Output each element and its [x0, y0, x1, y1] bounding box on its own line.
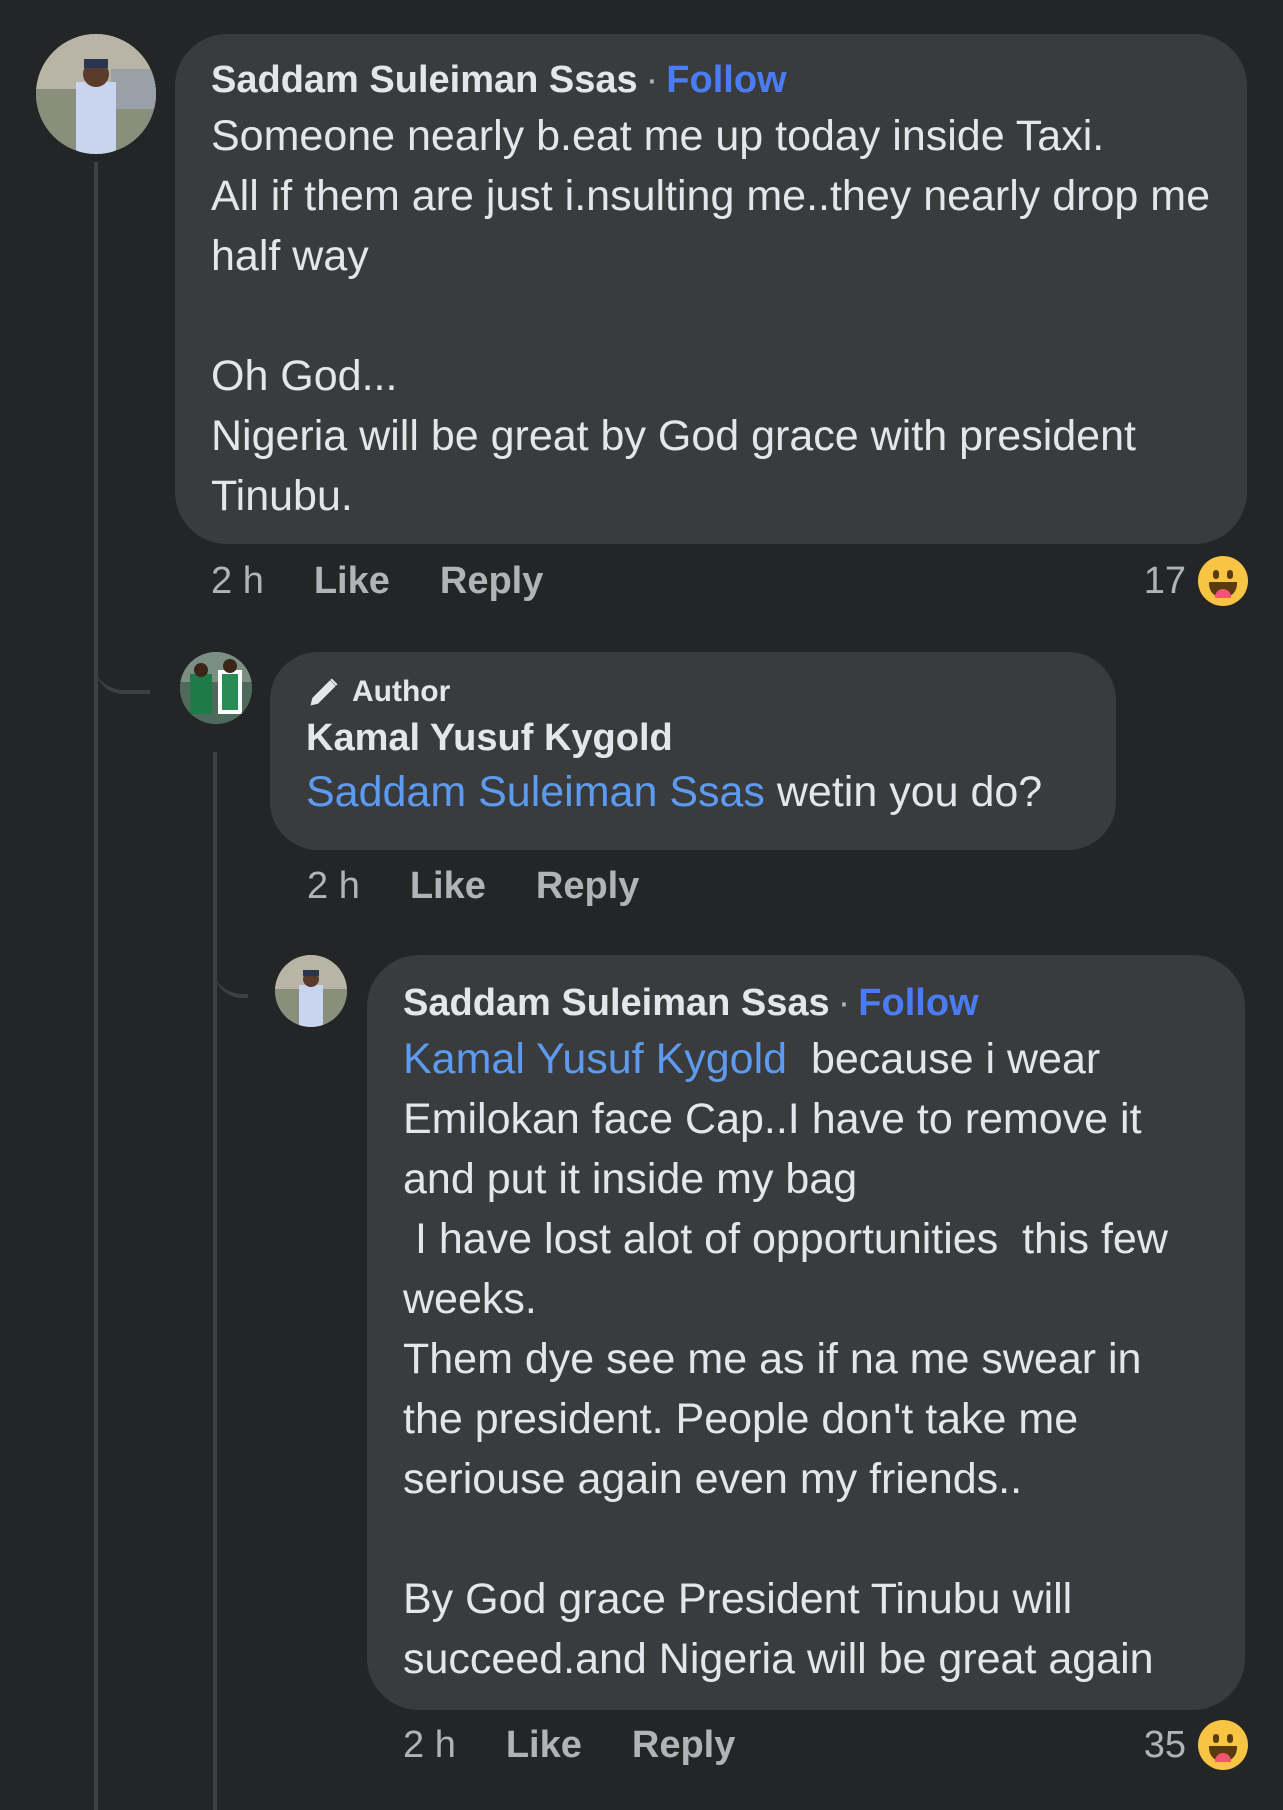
comment-body: because i wear Emilokan face Cap..I have… [403, 1034, 1168, 1683]
reply-button[interactable]: Reply [632, 1724, 735, 1767]
comment-bubble: Saddam Suleiman Ssas · Follow Kamal Yusuf … [367, 955, 1245, 1710]
follow-button[interactable]: Follow [666, 59, 786, 101]
comment-header: Saddam Suleiman Ssas · Follow [403, 981, 1209, 1027]
avatar-photo [36, 34, 156, 154]
reply-button[interactable]: Reply [440, 560, 543, 603]
thread-connector [94, 600, 150, 694]
avatar-photo [275, 955, 347, 1027]
comment-body: wetin you do? [764, 767, 1043, 816]
reaction-summary[interactable]: 17 [1144, 556, 1248, 606]
thread-connector-nested [213, 900, 248, 998]
timestamp[interactable]: 2 h [307, 865, 360, 908]
reaction-count: 17 [1143, 559, 1186, 602]
laughing-emoji-icon [1198, 1720, 1248, 1770]
separator: · [837, 982, 851, 1024]
comment-header: Saddam Suleiman Ssas · Follow [211, 58, 1211, 104]
like-button[interactable]: Like [506, 1724, 582, 1767]
comment-bubble: Saddam Suleiman Ssas · Follow Someone near… [175, 34, 1247, 544]
avatar[interactable] [180, 652, 252, 724]
reaction-summary[interactable]: 35 [1144, 1720, 1248, 1770]
laughing-emoji-icon [1198, 556, 1248, 606]
mention-link[interactable]: Saddam Suleiman Ssas [306, 768, 765, 816]
author-name[interactable]: Saddam Suleiman Ssas [211, 59, 638, 101]
author-badge: Author [306, 674, 1080, 710]
avatar[interactable] [36, 34, 156, 154]
reaction-count: 35 [1143, 1723, 1186, 1766]
comment-actions: 2 h Like Reply [403, 1724, 785, 1767]
comment-actions: 2 h Like Reply [307, 865, 689, 908]
avatar[interactable] [275, 955, 347, 1027]
timestamp[interactable]: 2 h [403, 1724, 456, 1767]
timestamp[interactable]: 2 h [211, 560, 264, 603]
like-button[interactable]: Like [314, 560, 390, 603]
mention-link[interactable]: Kamal Yusuf Kygold [403, 1035, 787, 1083]
separator: · [645, 59, 659, 101]
author-name[interactable]: Kamal Yusuf Kygold [306, 716, 1080, 762]
pencil-icon [310, 678, 338, 706]
comment-bubble: Author Kamal Yusuf Kygold Saddam Suleima… [270, 652, 1116, 850]
comment-text: Saddam Suleiman Ssas wetin you do? [306, 762, 1080, 822]
author-name[interactable]: Saddam Suleiman Ssas [403, 982, 830, 1024]
reply-button[interactable]: Reply [536, 865, 639, 908]
comment-text: Someone nearly b.eat me up today inside … [211, 111, 1210, 520]
like-button[interactable]: Like [410, 865, 486, 908]
thread-line-main [94, 162, 98, 1810]
comment-text: Kamal Yusuf Kygold because i wear Emilok… [403, 1029, 1209, 1689]
follow-button[interactable]: Follow [858, 982, 978, 1024]
author-badge-label: Author [352, 675, 451, 708]
avatar-photo [180, 652, 252, 724]
comment-actions: 2 h Like Reply [211, 560, 593, 603]
